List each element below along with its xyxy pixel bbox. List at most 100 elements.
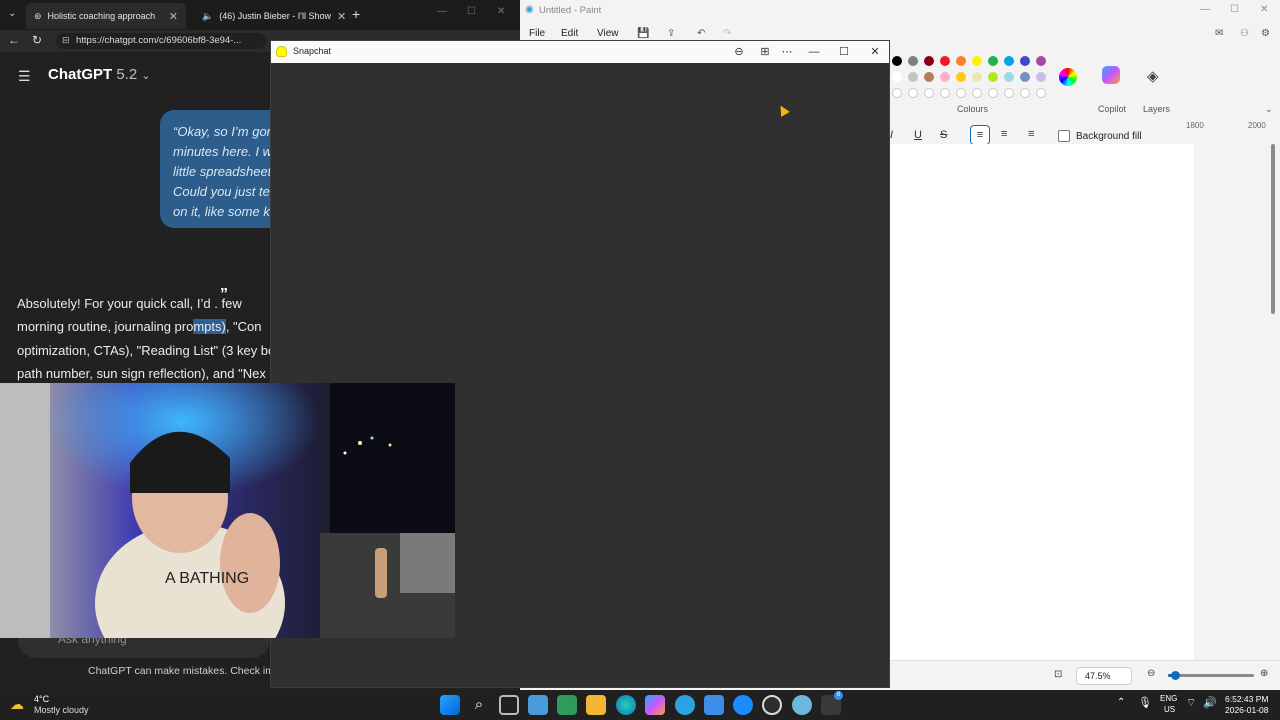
align-right-icon[interactable]: ≡ <box>1028 128 1034 140</box>
share-icon[interactable]: ⇪ <box>667 28 675 39</box>
close-window-icon[interactable]: ✕ <box>497 6 505 17</box>
weather-icon[interactable]: ☁ <box>10 696 24 713</box>
maximize-icon[interactable]: ☐ <box>467 6 476 17</box>
strikethrough-icon[interactable]: S <box>940 129 947 141</box>
colour-swatch[interactable] <box>1020 72 1030 82</box>
paint-app-icon[interactable] <box>792 695 812 715</box>
new-tab-button[interactable]: + <box>352 6 360 22</box>
copilot-icon[interactable] <box>1102 66 1120 84</box>
quote-button[interactable]: ” <box>220 286 228 304</box>
undo-icon[interactable]: ↶ <box>697 28 705 39</box>
background-fill-checkbox[interactable] <box>1058 130 1070 142</box>
colour-swatch[interactable] <box>956 56 966 66</box>
zoom-out-icon[interactable]: ⊖ <box>729 43 749 61</box>
colour-swatch[interactable] <box>988 72 998 82</box>
colour-picker-icon[interactable] <box>1059 68 1077 86</box>
sidebar-menu-icon[interactable]: ☰ <box>18 68 31 85</box>
tab-youtube[interactable]: 🔈 (46) Justin Bieber - I'll Show ✕ <box>188 3 348 29</box>
italic-icon[interactable]: I <box>890 129 893 141</box>
custom-colour-slot[interactable] <box>908 88 918 98</box>
menu-edit[interactable]: Edit <box>561 28 578 39</box>
zoom-out-icon[interactable]: ⊖ <box>1147 668 1155 679</box>
colour-swatch[interactable] <box>940 56 950 66</box>
tab-list-chevron-icon[interactable]: ⌄ <box>8 8 16 19</box>
zoom-in-icon[interactable]: ⊕ <box>1260 668 1268 679</box>
align-center-icon[interactable]: ≡ <box>1001 128 1007 140</box>
colour-swatch[interactable] <box>956 72 966 82</box>
custom-colour-slot[interactable] <box>892 88 902 98</box>
close-window-icon[interactable]: ✕ <box>865 43 885 61</box>
custom-colour-slot[interactable] <box>940 88 950 98</box>
store-icon[interactable] <box>528 695 548 715</box>
close-tab-icon[interactable]: ✕ <box>337 10 346 23</box>
colour-swatch[interactable] <box>908 56 918 66</box>
minimize-icon[interactable]: — <box>804 43 824 61</box>
edge-icon[interactable] <box>616 695 636 715</box>
colour-swatch[interactable] <box>908 72 918 82</box>
colour-swatch[interactable] <box>940 72 950 82</box>
menu-view[interactable]: View <box>597 28 619 39</box>
colour-swatch[interactable] <box>924 56 934 66</box>
minimize-icon[interactable]: — <box>437 6 447 17</box>
microphone-icon[interactable]: 🎙 <box>1138 696 1152 709</box>
custom-colour-slot[interactable] <box>1004 88 1014 98</box>
search-icon[interactable]: ⌕ <box>469 695 489 715</box>
custom-colour-slot[interactable] <box>1036 88 1046 98</box>
fit-to-window-icon[interactable]: ⊡ <box>1054 669 1062 680</box>
colour-swatch[interactable] <box>972 72 982 82</box>
colour-swatch[interactable] <box>1004 56 1014 66</box>
menu-file[interactable]: File <box>529 28 545 39</box>
reload-icon[interactable]: ↻ <box>32 33 42 47</box>
app-options-icon[interactable]: ⊞ <box>755 43 775 61</box>
model-selector[interactable]: ChatGPT 5.2 ⌄ <box>48 66 151 83</box>
keyboard-layout[interactable]: US <box>1164 705 1175 714</box>
colour-swatch[interactable] <box>972 56 982 66</box>
file-explorer-icon[interactable] <box>586 695 606 715</box>
colour-swatch[interactable] <box>1004 72 1014 82</box>
colour-swatch[interactable] <box>1020 56 1030 66</box>
custom-colour-slot[interactable] <box>956 88 966 98</box>
messaging-app-icon[interactable] <box>704 695 724 715</box>
ribbon-expand-icon[interactable]: ⌄ <box>1265 104 1273 115</box>
chatgpt-icon[interactable] <box>762 695 782 715</box>
save-icon[interactable]: 💾 <box>637 28 649 39</box>
maximize-icon[interactable]: ☐ <box>834 43 854 61</box>
sheets-app-icon[interactable] <box>557 695 577 715</box>
align-left-icon[interactable]: ≡ <box>970 125 990 145</box>
colour-swatch[interactable] <box>988 56 998 66</box>
shazam-icon[interactable] <box>733 695 753 715</box>
copilot-app-icon[interactable] <box>645 695 665 715</box>
colour-swatch[interactable] <box>892 72 902 82</box>
telegram-icon[interactable] <box>675 695 695 715</box>
custom-colour-slot[interactable] <box>972 88 982 98</box>
colour-swatch[interactable] <box>892 56 902 66</box>
custom-colour-slot[interactable] <box>924 88 934 98</box>
back-icon[interactable]: ← <box>8 33 20 47</box>
clock-date[interactable]: 2026-01-08 <box>1225 705 1268 715</box>
feedback-icon[interactable]: ✉ <box>1215 28 1223 39</box>
maximize-icon[interactable]: ☐ <box>1230 4 1239 15</box>
wifi-icon[interactable]: ⌔ <box>1186 696 1196 710</box>
custom-colour-slot[interactable] <box>1020 88 1030 98</box>
colour-swatch[interactable] <box>1036 56 1046 66</box>
colour-swatch[interactable] <box>924 72 934 82</box>
custom-colour-slot[interactable] <box>988 88 998 98</box>
colour-swatch[interactable] <box>1036 72 1046 82</box>
layers-icon[interactable]: ◈ <box>1147 67 1159 85</box>
vertical-scrollbar[interactable] <box>1271 144 1275 314</box>
account-icon[interactable]: ⚇ <box>1240 28 1249 39</box>
close-tab-icon[interactable]: ✕ <box>169 10 178 23</box>
zoom-slider-thumb[interactable] <box>1171 671 1180 680</box>
volume-icon[interactable]: 🔊 <box>1203 696 1217 709</box>
clock-time[interactable]: 6:52:43 PM <box>1225 694 1268 704</box>
start-windows-icon[interactable] <box>440 695 460 715</box>
close-window-icon[interactable]: ✕ <box>1260 4 1268 15</box>
paint-canvas[interactable] <box>890 144 1194 660</box>
underline-icon[interactable]: U <box>914 129 922 141</box>
task-view-icon[interactable] <box>499 695 519 715</box>
more-options-icon[interactable]: ⋯ <box>777 43 797 61</box>
zoom-select[interactable]: 47.5% <box>1076 667 1132 685</box>
language-indicator[interactable]: ENG <box>1160 694 1177 703</box>
settings-icon[interactable]: ⚙ <box>1261 28 1270 39</box>
site-info-icon[interactable]: ⊟ <box>62 35 70 46</box>
